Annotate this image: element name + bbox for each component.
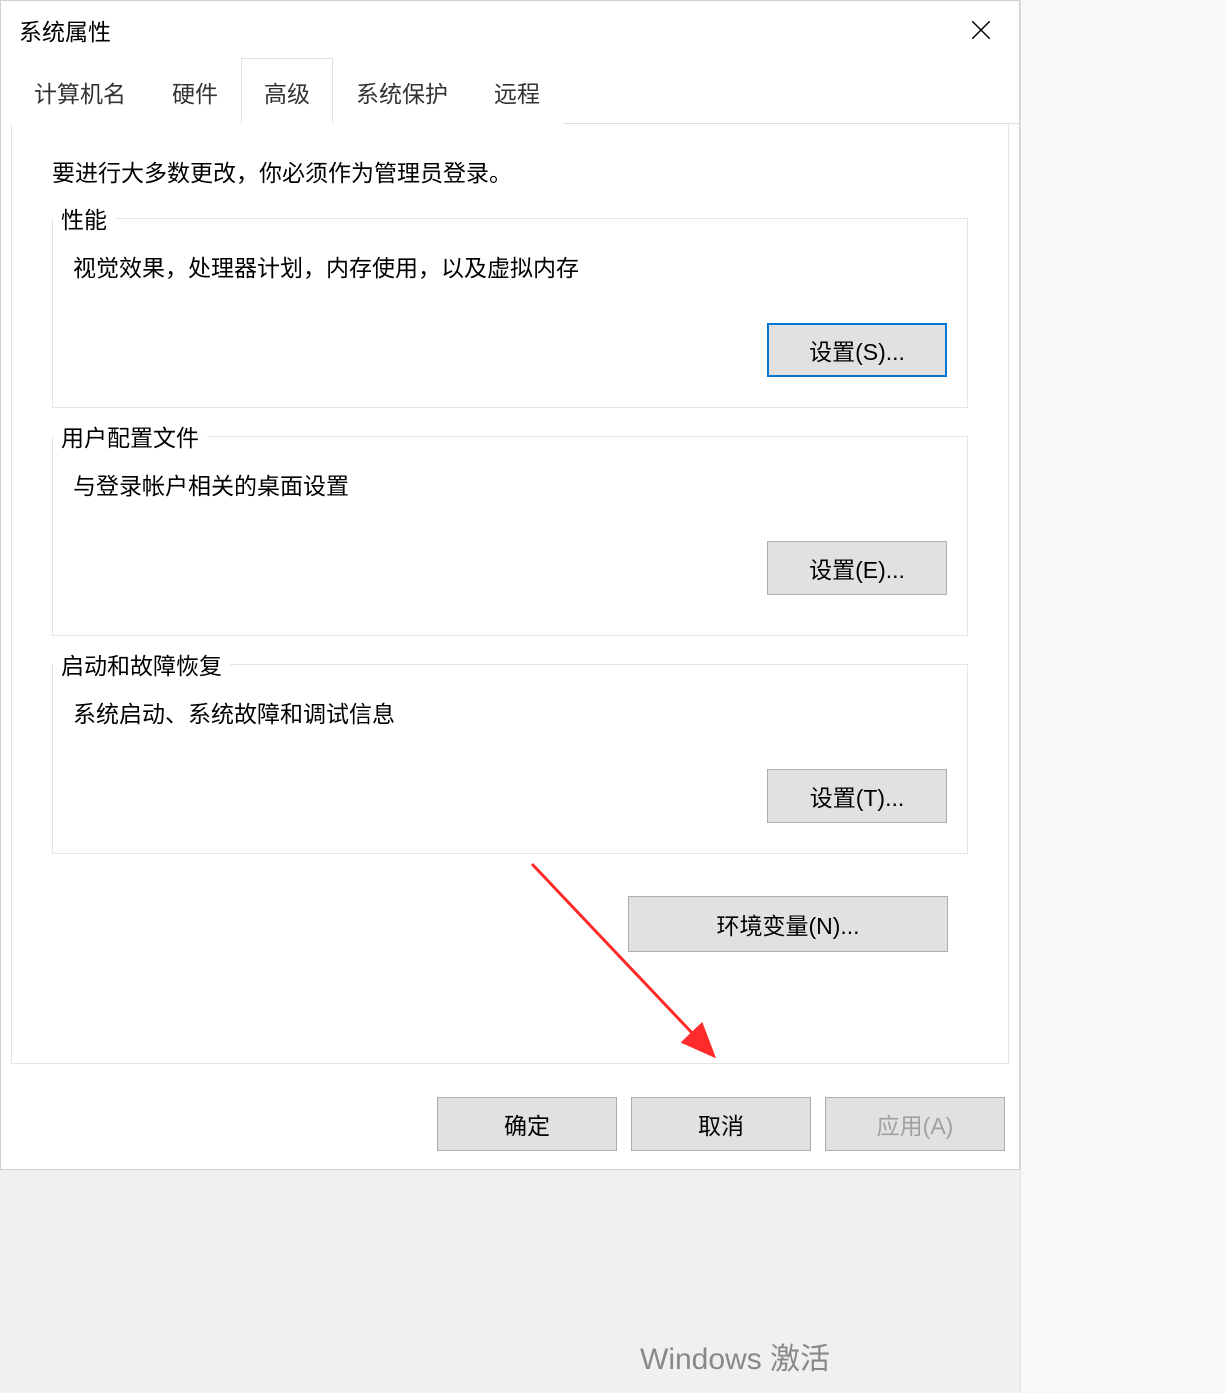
group-performance: 性能 视觉效果，处理器计划，内存使用，以及虚拟内存 设置(S)... <box>52 218 968 408</box>
group-user-profiles: 用户配置文件 与登录帐户相关的桌面设置 设置(E)... <box>52 436 968 636</box>
tab-strip: 计算机名 硬件 高级 系统保护 远程 <box>11 57 1019 124</box>
environment-variables-button[interactable]: 环境变量(N)... <box>628 896 948 952</box>
group-startup-desc: 系统启动、系统故障和调试信息 <box>73 695 947 729</box>
apply-button[interactable]: 应用(A) <box>825 1097 1005 1151</box>
startup-settings-button[interactable]: 设置(T)... <box>767 769 947 823</box>
tab-remote[interactable]: 远程 <box>471 58 563 124</box>
tab-system-protection[interactable]: 系统保护 <box>333 58 471 124</box>
admin-notice: 要进行大多数更改，你必须作为管理员登录。 <box>52 154 968 188</box>
tab-hardware[interactable]: 硬件 <box>149 58 241 124</box>
system-properties-dialog: 系统属性 计算机名 硬件 高级 系统保护 远程 要进行大多数更改，你必须作为管理… <box>0 0 1020 1170</box>
group-startup-recovery: 启动和故障恢复 系统启动、系统故障和调试信息 设置(T)... <box>52 664 968 854</box>
titlebar: 系统属性 <box>1 1 1019 57</box>
background-panel <box>1020 0 1225 1393</box>
tab-content-advanced: 要进行大多数更改，你必须作为管理员登录。 性能 视觉效果，处理器计划，内存使用，… <box>11 124 1009 1064</box>
windows-activation-text: Windows 激活 <box>640 1334 830 1378</box>
group-user-profiles-legend: 用户配置文件 <box>53 419 207 453</box>
tab-advanced[interactable]: 高级 <box>241 58 333 124</box>
window-title: 系统属性 <box>19 13 111 47</box>
group-startup-legend: 启动和故障恢复 <box>53 647 230 681</box>
user-profiles-settings-button[interactable]: 设置(E)... <box>767 541 947 595</box>
close-icon <box>971 20 991 40</box>
group-user-profiles-desc: 与登录帐户相关的桌面设置 <box>73 467 947 501</box>
close-button[interactable] <box>961 10 1001 50</box>
cancel-button[interactable]: 取消 <box>631 1097 811 1151</box>
dialog-button-row: 确定 取消 应用(A) <box>437 1097 1005 1151</box>
tab-computer-name[interactable]: 计算机名 <box>11 58 149 124</box>
ok-button[interactable]: 确定 <box>437 1097 617 1151</box>
annotation-arrow <box>512 854 772 1104</box>
group-performance-legend: 性能 <box>53 201 115 235</box>
group-performance-desc: 视觉效果，处理器计划，内存使用，以及虚拟内存 <box>73 249 947 283</box>
performance-settings-button[interactable]: 设置(S)... <box>767 323 947 377</box>
